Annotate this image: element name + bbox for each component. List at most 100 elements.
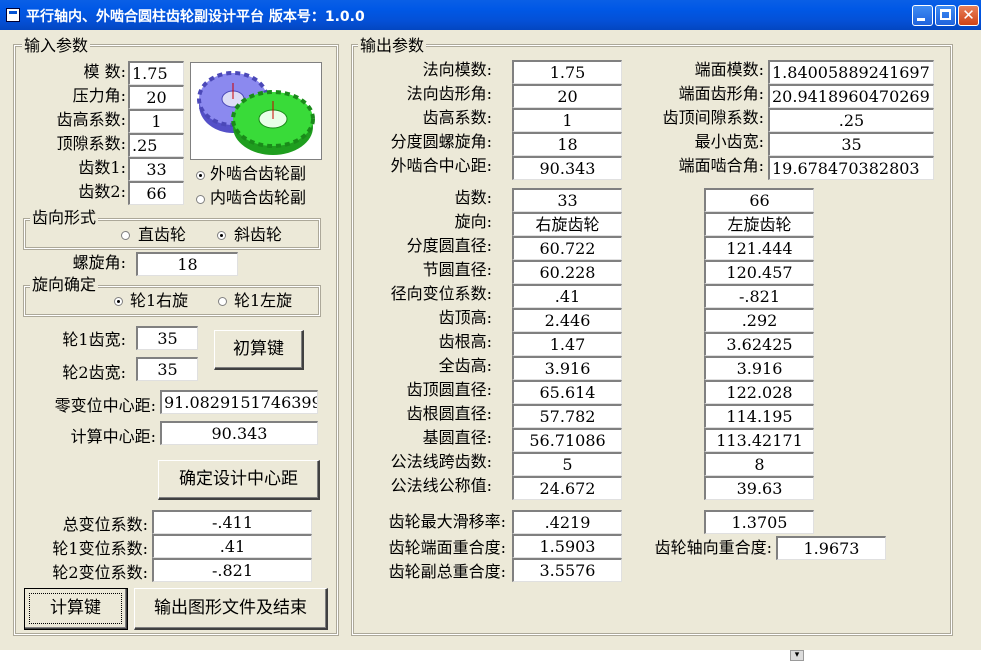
hand-legend: 旋向确定	[30, 275, 99, 294]
out-helix-value: 18	[512, 132, 622, 156]
gear2-value: 120.457	[704, 260, 814, 284]
total-shift-input[interactable]: -.411	[152, 510, 312, 534]
addendum-coef-input[interactable]: 1	[128, 109, 184, 133]
spur-radio[interactable]	[121, 231, 130, 240]
gear1-value: 60.722	[512, 236, 622, 260]
gear1-value: 33	[512, 188, 622, 212]
clearance-coef-label: 顶隙系数:	[56, 134, 126, 153]
tooth-form-legend: 齿向形式	[30, 208, 99, 227]
gear1-value: 24.672	[512, 476, 622, 500]
max-slip-label: 齿轮最大滑移率:	[388, 512, 506, 531]
gear2-value: 66	[704, 188, 814, 212]
shift2-input[interactable]: -.821	[152, 558, 312, 582]
ext-center-value: 90.343	[512, 156, 622, 180]
transverse-profile-label: 端面齿形角:	[678, 84, 764, 103]
transverse-module-value: 1.84005889241697	[768, 60, 934, 84]
minimize-button[interactable]	[912, 5, 933, 26]
normal-profile-label: 法向齿形角:	[406, 84, 492, 103]
maximize-button[interactable]	[935, 5, 956, 26]
init-calc-button[interactable]: 初算键	[214, 330, 304, 370]
teeth2-label: 齿数2:	[78, 182, 126, 201]
normal-module-value: 1.75	[512, 60, 622, 84]
gear1-right-label[interactable]: 轮1右旋	[130, 290, 188, 312]
close-icon: ✕	[962, 6, 975, 24]
confirm-center-button[interactable]: 确定设计中心距	[158, 460, 320, 500]
window-title: 平行轴内、外啮合圆柱齿轮副设计平台 版本号：1.0.0	[26, 9, 365, 25]
gear2-value: 114.195	[704, 404, 814, 428]
normal-module-label: 法向模数:	[422, 60, 492, 79]
min-width-value: 35	[768, 132, 934, 156]
gear1-right-radio[interactable]	[114, 297, 123, 306]
gear1-left-radio[interactable]	[218, 297, 227, 306]
gear1-value: 65.614	[512, 380, 622, 404]
close-button[interactable]: ✕	[958, 5, 979, 26]
gear-pair-image	[190, 62, 322, 160]
clearance-coef-input[interactable]: .25	[128, 133, 184, 157]
gear-row-label: 齿数:	[454, 188, 492, 207]
calc-center-label: 计算中心距:	[70, 427, 156, 446]
transverse-mesh-value: 19.678470382803	[768, 156, 934, 180]
gear1-left-label[interactable]: 轮1左旋	[234, 290, 292, 312]
gear1-value: .41	[512, 284, 622, 308]
transverse-module-label: 端面模数:	[694, 60, 764, 79]
gear2-value: 113.42171	[704, 428, 814, 452]
teeth2-input[interactable]: 66	[128, 181, 184, 205]
main-window: 平行轴内、外啮合圆柱齿轮副设计平台 版本号：1.0.0 ✕ 输入参数 模 数: …	[0, 0, 981, 661]
teeth1-input[interactable]: 33	[128, 157, 184, 181]
output-exit-button[interactable]: 输出图形文件及结束	[134, 588, 328, 630]
gear2-value: -.821	[704, 284, 814, 308]
helical-label[interactable]: 斜齿轮	[234, 224, 282, 246]
helix-angle-label: 螺旋角:	[72, 253, 126, 272]
app-icon	[6, 8, 20, 22]
addendum-coef-label: 齿高系数:	[56, 110, 126, 129]
spur-label[interactable]: 直齿轮	[138, 224, 186, 246]
gear-row-label: 分度圆直径:	[406, 236, 492, 255]
zero-shift-center-input[interactable]: 91.0829151746399	[160, 390, 318, 414]
gear2-value: 39.63	[704, 476, 814, 500]
total-overlap-label: 齿轮副总重合度:	[388, 562, 506, 581]
width1-input[interactable]: 35	[136, 326, 198, 350]
gear2-value: 121.444	[704, 236, 814, 260]
title-bar[interactable]: 平行轴内、外啮合圆柱齿轮副设计平台 版本号：1.0.0 ✕	[0, 0, 981, 30]
maximize-icon	[940, 9, 951, 20]
gear2-value: 122.028	[704, 380, 814, 404]
axial-overlap-label: 齿轮轴向重合度:	[654, 538, 772, 557]
mesh-external-radio[interactable]	[196, 171, 205, 180]
bottom-strip	[0, 650, 981, 661]
gear1-value: 60.228	[512, 260, 622, 284]
gear2-value: 3.916	[704, 356, 814, 380]
gear2-value: 3.62425	[704, 332, 814, 356]
out-helix-label: 分度圆螺旋角:	[390, 132, 492, 151]
normal-profile-value: 20	[512, 84, 622, 108]
gear-row-label: 径向变位系数:	[390, 284, 492, 303]
calc-button[interactable]: 计算键	[24, 588, 128, 630]
focus-rect	[29, 593, 122, 624]
mesh-internal-radio[interactable]	[196, 195, 205, 204]
gear-row-label: 齿根圆直径:	[406, 404, 492, 423]
pressure-angle-label: 压力角:	[72, 86, 126, 105]
gear1-value: 56.71086	[512, 428, 622, 452]
mesh-internal-label[interactable]: 内啮合齿轮副	[210, 187, 306, 209]
width2-input[interactable]: 35	[136, 357, 198, 381]
helical-radio[interactable]	[217, 231, 226, 240]
total-shift-label: 总变位系数:	[62, 515, 148, 534]
gear2-value: 8	[704, 452, 814, 476]
calc-center-input[interactable]: 90.343	[160, 421, 318, 445]
total-overlap-value: 3.5576	[512, 558, 622, 582]
tip-clearance-value: .25	[768, 108, 934, 132]
modulus-label: 模 数:	[83, 62, 126, 81]
gear2-value: 左旋齿轮	[704, 212, 814, 236]
mesh-external-label[interactable]: 外啮合齿轮副	[210, 163, 306, 185]
gear-row-label: 公法线跨齿数:	[390, 452, 492, 471]
gear-row-label: 节圆直径:	[422, 260, 492, 279]
teeth1-label: 齿数1:	[78, 158, 126, 177]
shift1-input[interactable]: .41	[152, 534, 312, 558]
output-legend: 输出参数	[358, 36, 427, 55]
gear-row-label: 齿顶高:	[438, 308, 492, 327]
minimize-icon	[917, 18, 925, 21]
chevron-down-icon[interactable]: ▾	[790, 650, 804, 661]
helix-angle-input[interactable]: 18	[136, 252, 238, 276]
pressure-angle-input[interactable]: 20	[128, 85, 184, 109]
modulus-input[interactable]: 1.75	[128, 61, 184, 85]
transverse-overlap-value: 1.5903	[512, 534, 622, 558]
